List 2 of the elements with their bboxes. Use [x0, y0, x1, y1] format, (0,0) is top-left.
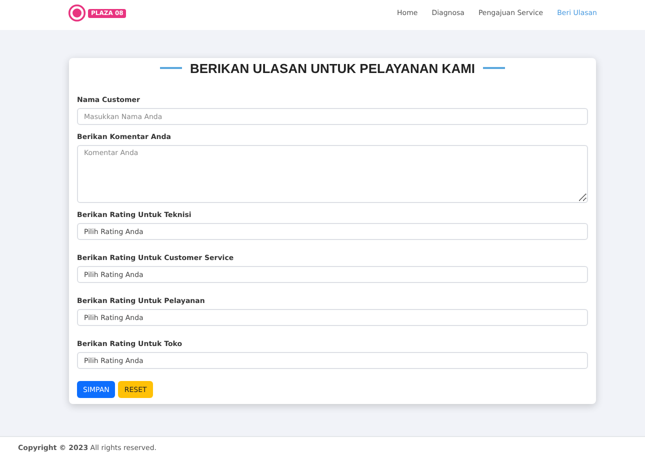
logo-icon — [68, 4, 86, 22]
form-title: BERIKAN ULASAN UNTUK PELAYANAN KAMI — [190, 60, 476, 76]
